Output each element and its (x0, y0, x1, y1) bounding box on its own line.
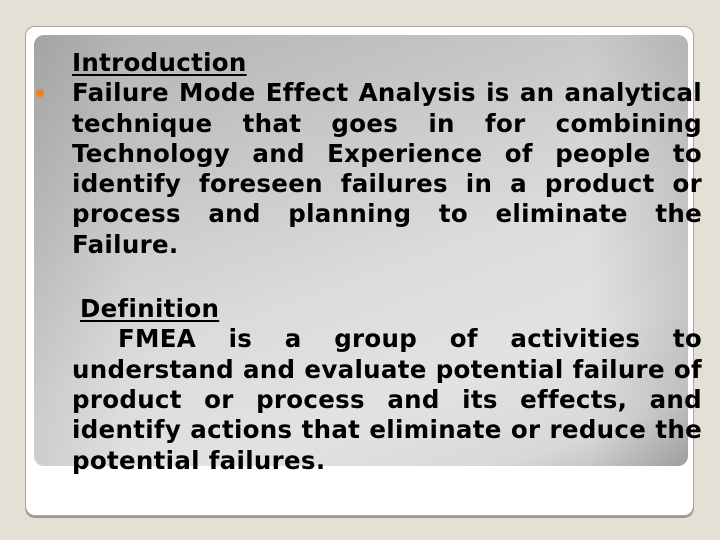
definition-paragraph: FMEA is a group of activities to underst… (72, 324, 702, 475)
definition-heading: Definition (80, 294, 220, 324)
intro-heading: Introduction (72, 48, 247, 77)
intro-bullet-item: Failure Mode Effect Analysis is an analy… (36, 78, 702, 260)
definition-heading-wrap: Definition (72, 294, 702, 324)
slide-content: Introduction Failure Mode Effect Analysi… (36, 48, 702, 476)
intro-text: Failure Mode Effect Analysis is an analy… (72, 78, 702, 259)
definition-text: FMEA is a group of activities to underst… (72, 324, 702, 475)
